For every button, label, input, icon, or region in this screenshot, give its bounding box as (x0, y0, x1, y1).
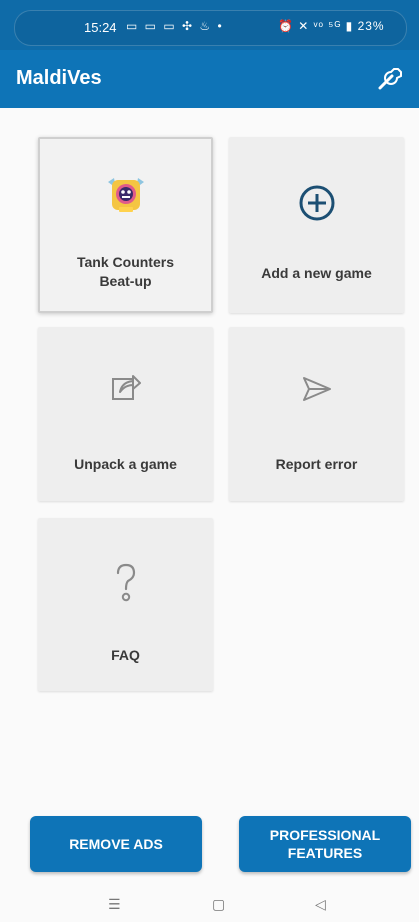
tile-unpack-game[interactable]: Unpack a game (38, 327, 213, 501)
app-title: MaldiVes (16, 67, 102, 89)
tile-label: Tank Counters Beat-up (77, 254, 174, 289)
send-icon (302, 377, 331, 401)
question-icon (116, 563, 135, 602)
professional-features-button[interactable]: PROFESSIONAL FEATURES (239, 816, 411, 872)
tile-faq[interactable]: FAQ (38, 518, 213, 691)
back-icon[interactable]: ◁ (315, 896, 326, 913)
tile-add-game[interactable]: Add a new game (229, 137, 404, 313)
system-navbar: ☰ ▢ ◁ (0, 890, 419, 922)
tile-label: Unpack a game (74, 456, 177, 472)
share-box-icon (111, 375, 141, 400)
app-bar: MaldiVes (0, 50, 419, 108)
remove-ads-button[interactable]: REMOVE ADS (30, 816, 202, 872)
status-bar: 15:24 ▭ ▭ ▭ ✣ ♨ • ⏰ ✕ ᵛᵒ ⁵ᴳ ▮ 23% (0, 0, 419, 50)
wrench-icon[interactable] (377, 64, 405, 92)
tile-label: Report error (275, 456, 358, 472)
menu-icon[interactable]: ☰ (108, 896, 121, 913)
status-time: 15:24 (84, 20, 117, 35)
tile-tank-counters[interactable]: Tank Counters Beat-up (38, 137, 213, 313)
game-badge-icon (107, 178, 144, 212)
tile-label: Add a new game (261, 265, 372, 281)
tile-report-error[interactable]: Report error (229, 327, 404, 501)
home-icon[interactable]: ▢ (212, 896, 225, 913)
add-circle-icon (299, 185, 334, 221)
tile-label: FAQ (111, 647, 140, 663)
system-indicators: ⏰ ✕ ᵛᵒ ⁵ᴳ ▮ 23% (278, 19, 385, 33)
notification-icons: ▭ ▭ ▭ ✣ ♨ • (126, 19, 224, 33)
